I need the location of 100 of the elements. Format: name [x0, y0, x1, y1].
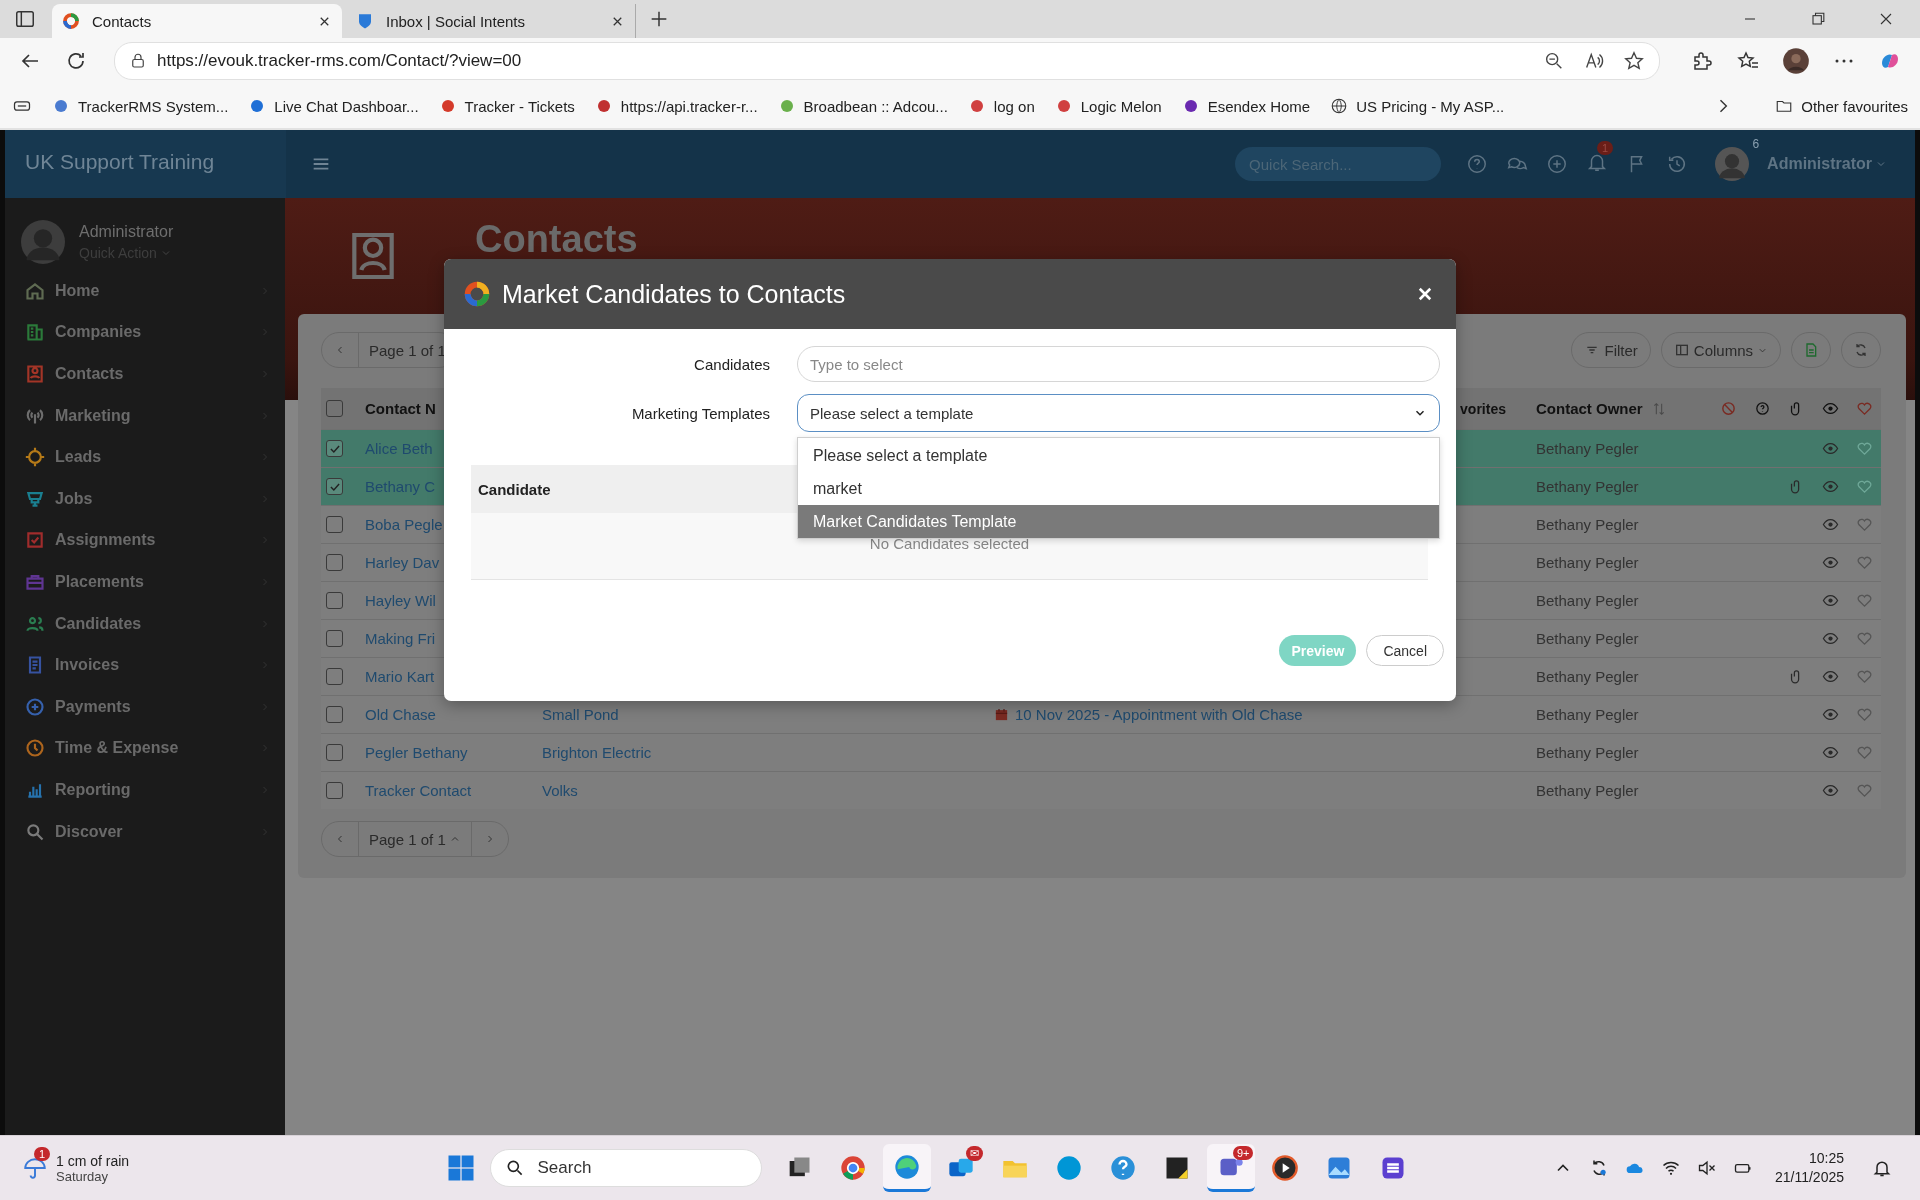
avatar-icon[interactable] [1782, 47, 1810, 75]
dropdown-option[interactable]: Please select a template [798, 439, 1439, 472]
sidebar-item[interactable]: Discover [5, 810, 285, 853]
sidebar-item[interactable]: Contacts [5, 353, 285, 395]
sidebar-item[interactable]: Invoices [5, 644, 285, 686]
help-icon[interactable] [1466, 153, 1489, 175]
eye-icon[interactable] [1821, 782, 1839, 799]
cancel-button[interactable]: Cancel [1366, 635, 1444, 666]
sidebar-item[interactable]: Marketing [5, 394, 285, 437]
checkbox[interactable] [326, 440, 343, 457]
heart-icon[interactable] [1855, 630, 1873, 647]
eye-icon[interactable] [1821, 516, 1839, 533]
dialog-title: Market Candidates to Contacts [502, 279, 846, 309]
refresh-button[interactable] [1841, 332, 1881, 368]
site-info-icon[interactable] [129, 52, 147, 70]
eye-icon[interactable] [1821, 440, 1839, 457]
sidebar-item[interactable]: Home [5, 270, 285, 312]
heart-icon[interactable] [1855, 592, 1873, 609]
bookmark[interactable]: Tracker - Tickets [438, 97, 575, 115]
filter-button[interactable]: Filter [1571, 332, 1651, 368]
spreadsheet-icon [1803, 342, 1819, 358]
bookmark[interactable]: US Pricing - My ASP... [1330, 97, 1505, 115]
checkbox[interactable] [326, 478, 343, 495]
checkbox[interactable] [326, 516, 343, 533]
star-icon[interactable] [1623, 50, 1645, 72]
contact-link[interactable]: Tracker Contact [365, 782, 542, 799]
sidebar-toggle-icon[interactable] [14, 8, 36, 30]
user-menu[interactable]: Administrator [1767, 155, 1887, 173]
preview-button[interactable]: Preview [1279, 635, 1357, 666]
template-select[interactable]: Please select a template [797, 394, 1440, 432]
sidebar-item[interactable]: Companies [5, 311, 285, 354]
checkbox[interactable] [326, 706, 343, 723]
company-link[interactable]: Brighton Electric [542, 743, 652, 761]
checkbox[interactable] [326, 554, 343, 571]
eye-icon[interactable] [1821, 630, 1839, 647]
activity-link[interactable]: 10 Nov 2025 - Appointment with Old Chase [1015, 706, 1303, 723]
bookmark-folder[interactable]: Other favourites [1775, 97, 1908, 115]
sidebar-item[interactable]: Reporting [5, 769, 285, 811]
bookmark[interactable]: Logic Melon [1054, 97, 1162, 115]
checkbox[interactable] [326, 744, 343, 761]
contact-link[interactable]: Pegler Bethany [365, 744, 542, 761]
add-icon[interactable] [1546, 153, 1569, 175]
heart-icon[interactable] [1855, 440, 1873, 457]
dropdown-option[interactable]: Market Candidates Template [798, 505, 1439, 538]
company-link[interactable]: Volks [542, 781, 578, 799]
taskbar-app[interactable]: 9+ [1207, 1144, 1256, 1192]
contact-link[interactable]: Old Chase [365, 706, 542, 723]
help-icon[interactable] [1753, 400, 1771, 417]
heart-icon[interactable] [1855, 744, 1873, 761]
bookmark[interactable]: Live Chat Dashboar... [248, 97, 419, 115]
eye-icon[interactable] [1821, 554, 1839, 571]
column-header[interactable]: Contact Owner [1536, 400, 1711, 417]
heart-icon[interactable] [1855, 782, 1873, 799]
clock[interactable]: 10:25 21/11/2025 [1774, 1149, 1844, 1187]
owner-cell-text: Bethany Pegler [1536, 744, 1640, 761]
sidebar-item[interactable]: Candidates [5, 602, 285, 645]
sidebar-item[interactable]: Time & Expense [5, 727, 285, 770]
checkbox[interactable] [326, 668, 343, 685]
sidebar-item[interactable]: Leads [5, 436, 285, 478]
eye-icon[interactable] [1821, 744, 1839, 761]
sidebar-item[interactable]: Assignments [5, 519, 285, 562]
checkbox[interactable] [326, 592, 343, 609]
sidebar-item[interactable]: Jobs [5, 477, 285, 520]
browser-tab[interactable]: Contacts [52, 4, 342, 38]
muted-speaker-icon[interactable] [1696, 1158, 1717, 1178]
heart-icon[interactable] [1855, 400, 1873, 417]
eye-icon[interactable] [1821, 592, 1839, 609]
taskbar-search-field[interactable]: Search [490, 1149, 763, 1187]
candidates-field[interactable]: Type to select [797, 346, 1440, 382]
ban-icon[interactable] [1719, 400, 1737, 417]
company-link[interactable]: Small Pond [542, 705, 619, 723]
bookmark[interactable]: log on [967, 97, 1035, 115]
bookmark[interactable]: https://api.tracker-r... [594, 97, 758, 115]
close-icon[interactable] [1416, 285, 1434, 303]
start-icon[interactable] [446, 1153, 477, 1183]
heart-icon[interactable] [1855, 668, 1873, 685]
heart-icon[interactable] [1855, 478, 1873, 495]
heart-icon[interactable] [1855, 706, 1873, 723]
eye-icon[interactable] [1821, 478, 1839, 495]
taskbar-app[interactable]: ✉ [937, 1144, 986, 1192]
sidebar-item[interactable]: Placements [5, 561, 285, 603]
eye-icon[interactable] [1821, 706, 1839, 723]
address-field[interactable]: https://evouk.tracker-rms.com/Contact/?view=00 [114, 42, 1660, 80]
checkbox[interactable] [326, 782, 343, 799]
column-header: Candidate [478, 480, 551, 498]
columns-button[interactable]: Columns [1660, 332, 1781, 368]
eye-icon[interactable] [1821, 668, 1839, 685]
bookmark[interactable]: TrackerRMS System... [52, 97, 229, 115]
owner-cell-text: Bethany Pegler [1536, 782, 1640, 799]
bookmark[interactable]: Broadbean :: Adcou... [777, 97, 948, 115]
checkbox[interactable] [326, 400, 343, 417]
site-icon [52, 97, 70, 115]
dropdown-option[interactable]: market [798, 472, 1439, 505]
heart-icon[interactable] [1855, 554, 1873, 571]
sidebar-item[interactable]: Payments [5, 685, 285, 728]
checkbox[interactable] [326, 630, 343, 647]
field-label: Marketing Templates [630, 404, 770, 422]
heart-icon[interactable] [1855, 516, 1873, 533]
eye-icon[interactable] [1821, 400, 1839, 417]
bookmark[interactable]: Esendex Home [1181, 97, 1311, 115]
